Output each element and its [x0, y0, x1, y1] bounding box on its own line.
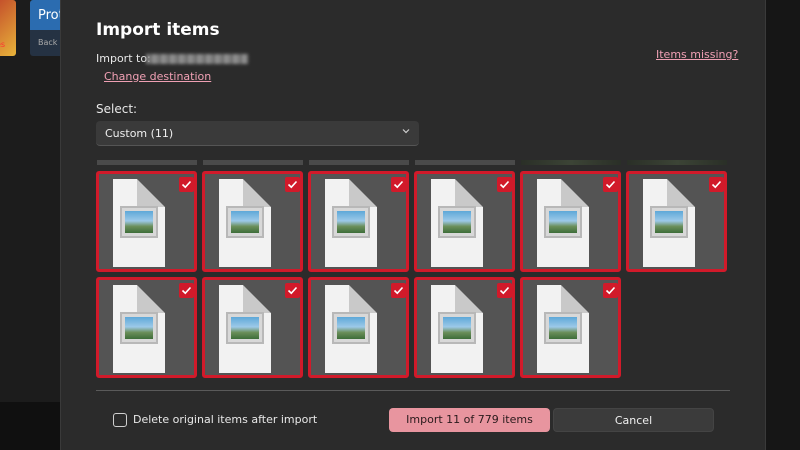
cancel-button[interactable]: Cancel: [553, 408, 714, 432]
image-file-icon: [431, 179, 483, 267]
background-tile-red-text: es: [0, 40, 6, 49]
checkmark-icon[interactable]: [285, 283, 300, 298]
change-destination-link[interactable]: Change destination: [104, 70, 211, 83]
image-file-icon: [537, 285, 589, 373]
image-file-icon: [643, 179, 695, 267]
select-dropdown[interactable]: Custom (11): [96, 121, 419, 146]
import-item-tile[interactable]: [520, 171, 621, 272]
image-file-icon: [325, 285, 377, 373]
checkmark-icon[interactable]: [603, 283, 618, 298]
import-item-tile[interactable]: [96, 277, 197, 378]
import-item-tile[interactable]: [414, 277, 515, 378]
checkmark-icon[interactable]: [391, 177, 406, 192]
import-item-tile[interactable]: [96, 171, 197, 272]
background-panel: [0, 402, 60, 450]
import-item-tile[interactable]: [414, 171, 515, 272]
import-item-tile[interactable]: [308, 277, 409, 378]
import-item-tile[interactable]: [308, 171, 409, 272]
import-item-tile[interactable]: [202, 171, 303, 272]
chevron-down-icon: [402, 129, 410, 134]
dialog-title: Import items: [96, 20, 220, 40]
grid-row-partial: [97, 160, 197, 165]
import-path-redacted: [146, 54, 248, 64]
image-file-icon: [219, 285, 271, 373]
import-button[interactable]: Import 11 of 779 items: [389, 408, 550, 432]
grid-row-partial: [203, 160, 303, 165]
select-dropdown-value: Custom (11): [105, 127, 174, 140]
import-item-tile[interactable]: [626, 171, 727, 272]
checkmark-icon[interactable]: [179, 283, 194, 298]
import-to-label: Import to:: [96, 52, 151, 65]
checkmark-icon[interactable]: [497, 177, 512, 192]
image-file-icon: [431, 285, 483, 373]
import-dialog: Import items Import to: Change destinati…: [60, 0, 766, 450]
background-tile-photo: es: [0, 0, 16, 56]
checkmark-icon[interactable]: [709, 177, 724, 192]
checkmark-icon[interactable]: [497, 283, 512, 298]
footer-divider: [96, 390, 730, 391]
delete-original-label: Delete original items after import: [133, 413, 318, 426]
background-tile-subtitle: Back: [38, 38, 58, 47]
image-file-icon: [219, 179, 271, 267]
checkmark-icon[interactable]: [285, 177, 300, 192]
select-label: Select:: [96, 102, 138, 116]
checkmark-icon[interactable]: [603, 177, 618, 192]
grid-row-partial: [309, 160, 409, 165]
delete-original-checkbox[interactable]: [113, 413, 127, 427]
image-file-icon: [537, 179, 589, 267]
import-item-tile[interactable]: [520, 277, 621, 378]
grid-row-partial: [415, 160, 515, 165]
image-file-icon: [113, 179, 165, 267]
grid-row-partial: [521, 160, 621, 165]
items-missing-link[interactable]: Items missing?: [656, 48, 738, 61]
items-grid[interactable]: [96, 160, 732, 382]
image-file-icon: [113, 285, 165, 373]
background-edge: [766, 0, 800, 450]
checkmark-icon[interactable]: [391, 283, 406, 298]
grid-row-partial: [627, 160, 727, 165]
checkmark-icon[interactable]: [179, 177, 194, 192]
import-item-tile[interactable]: [202, 277, 303, 378]
image-file-icon: [325, 179, 377, 267]
